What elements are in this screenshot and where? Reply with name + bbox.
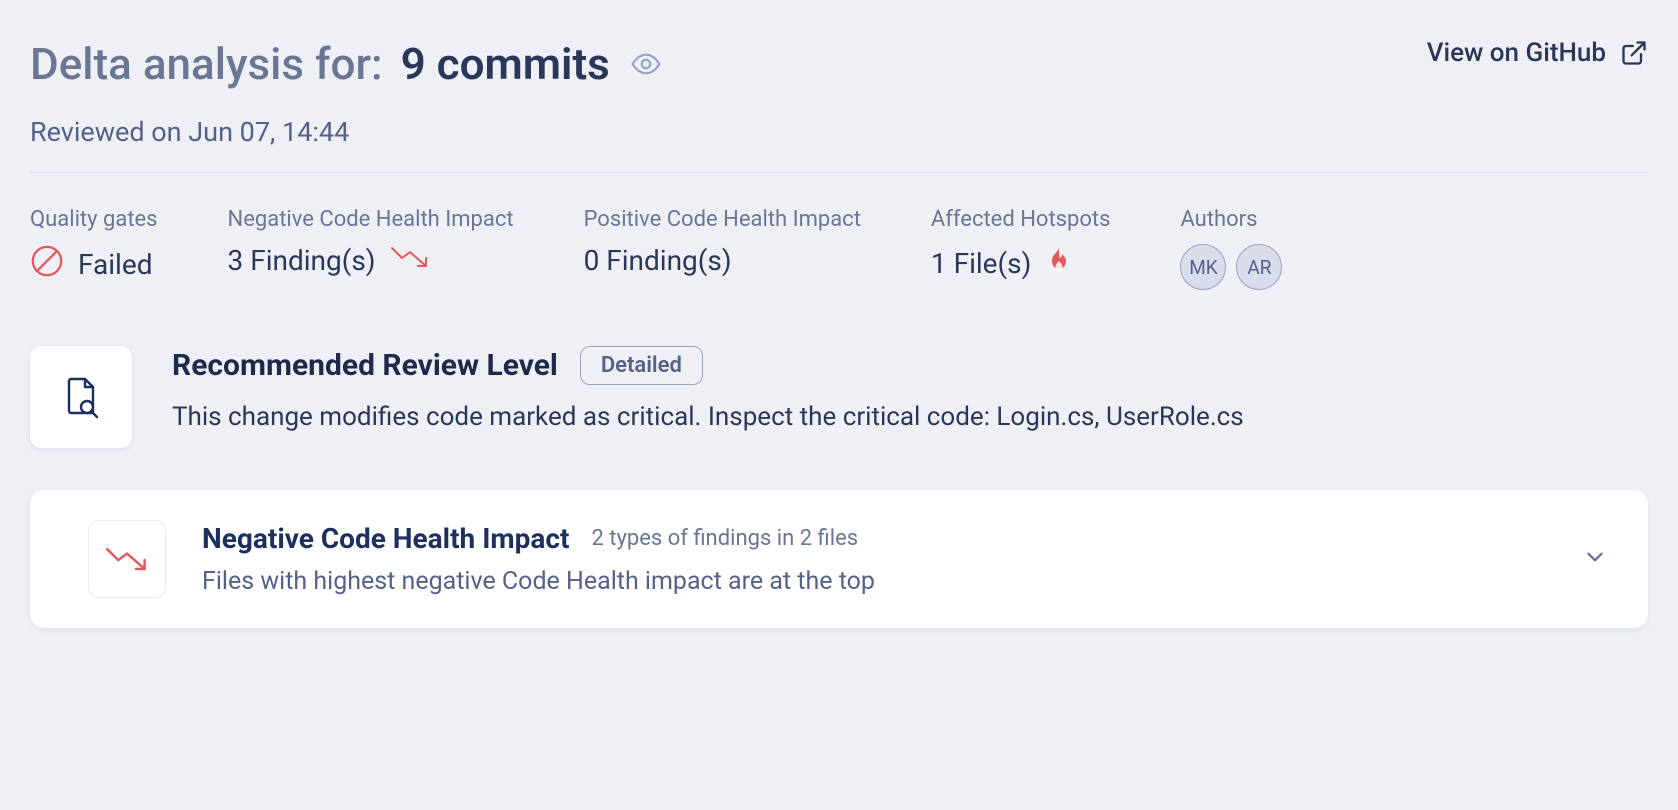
trend-down-icon xyxy=(88,520,166,598)
metrics-row: Quality gates Failed Negative Code Healt… xyxy=(30,207,1648,290)
view-on-github-label: View on GitHub xyxy=(1427,38,1606,68)
recommended-review-panel: Recommended Review Level Detailed This c… xyxy=(30,346,1648,448)
view-on-github-link[interactable]: View on GitHub xyxy=(1427,38,1648,68)
author-avatar[interactable]: AR xyxy=(1236,244,1282,290)
page-header: Delta analysis for: 9 commits Reviewed o… xyxy=(30,38,1648,148)
visibility-icon[interactable] xyxy=(628,46,664,82)
metric-label: Authors xyxy=(1180,207,1282,232)
quality-gates-value: Failed xyxy=(78,248,153,281)
positive-impact-value: 0 Finding(s) xyxy=(584,244,732,277)
metric-label: Positive Code Health Impact xyxy=(584,207,861,232)
recommended-review-title: Recommended Review Level xyxy=(172,348,558,383)
review-level-badge: Detailed xyxy=(580,346,703,385)
negative-impact-card[interactable]: Negative Code Health Impact 2 types of f… xyxy=(30,490,1648,628)
author-avatar[interactable]: MK xyxy=(1180,244,1226,290)
metric-label: Negative Code Health Impact xyxy=(228,207,514,232)
reviewed-timestamp: Reviewed on Jun 07, 14:44 xyxy=(30,116,664,148)
chevron-down-icon[interactable] xyxy=(1582,544,1608,574)
metric-label: Affected Hotspots xyxy=(931,207,1111,232)
page-title-row: Delta analysis for: 9 commits xyxy=(30,38,664,90)
hotspots-value: 1 File(s) xyxy=(931,247,1031,280)
metric-authors: Authors MK AR xyxy=(1180,207,1282,290)
negative-card-title: Negative Code Health Impact xyxy=(202,522,569,555)
metric-quality-gates: Quality gates Failed xyxy=(30,207,158,285)
external-link-icon xyxy=(1620,39,1648,67)
title-commit-count: 9 commits xyxy=(401,38,610,90)
metric-affected-hotspots: Affected Hotspots 1 File(s) xyxy=(931,207,1111,283)
metric-positive-impact: Positive Code Health Impact 0 Finding(s) xyxy=(584,207,861,277)
flame-icon xyxy=(1045,244,1073,283)
metric-label: Quality gates xyxy=(30,207,158,232)
prohibit-icon xyxy=(30,244,64,285)
divider xyxy=(30,172,1648,173)
trend-down-icon xyxy=(390,244,430,277)
negative-card-meta: 2 types of findings in 2 files xyxy=(591,526,858,551)
metric-negative-impact: Negative Code Health Impact 3 Finding(s) xyxy=(228,207,514,277)
negative-card-subtitle: Files with highest negative Code Health … xyxy=(202,567,1546,596)
recommended-review-desc: This change modifies code marked as crit… xyxy=(172,399,1648,435)
document-search-icon xyxy=(30,346,132,448)
negative-impact-value: 3 Finding(s) xyxy=(228,244,376,277)
title-prefix: Delta analysis for: xyxy=(30,38,383,90)
